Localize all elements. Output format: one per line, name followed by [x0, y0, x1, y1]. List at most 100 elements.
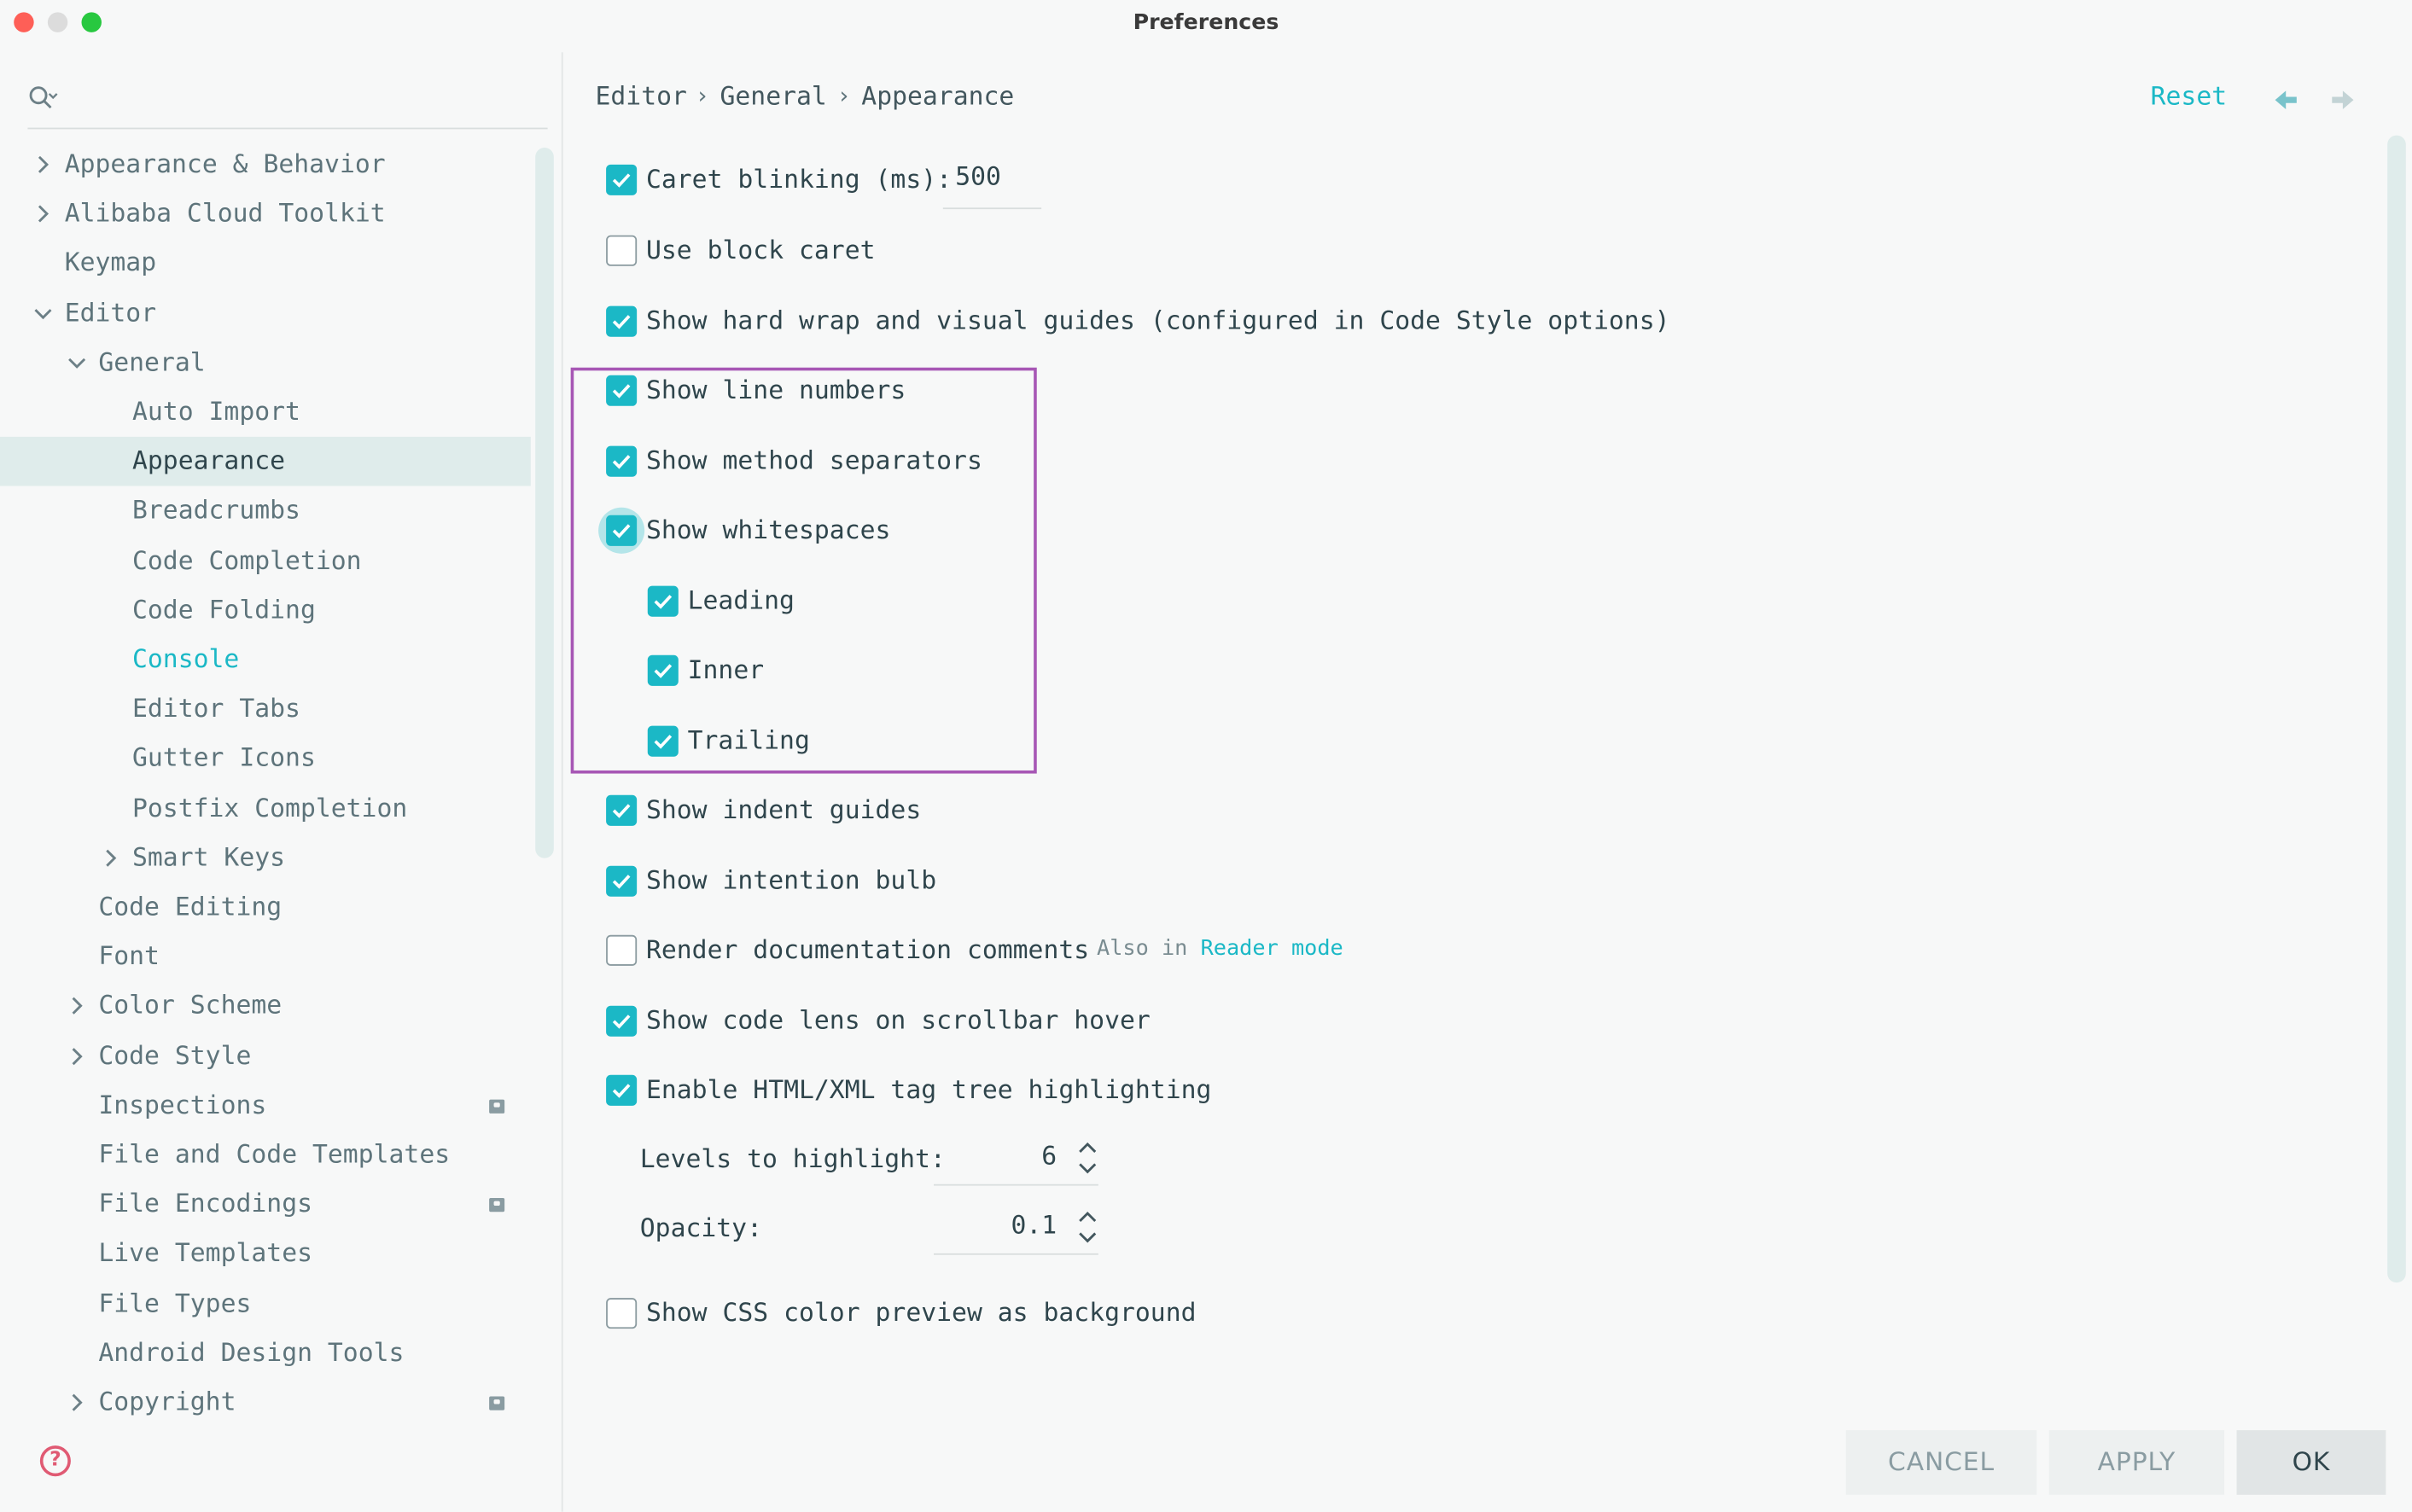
chevron-right-icon[interactable]	[100, 847, 121, 869]
project-scope-icon	[489, 1198, 505, 1213]
sidebar-item-code-folding[interactable]: Code Folding	[0, 585, 531, 635]
sidebar-item-label: Color Scheme	[98, 991, 283, 1021]
sidebar-item-file-and-code-templates[interactable]: File and Code Templates	[0, 1131, 531, 1180]
chevron-right-icon[interactable]	[32, 203, 54, 224]
chevron-right-icon[interactable]	[32, 154, 54, 175]
sidebar-item-label: Gutter Icons	[131, 743, 316, 773]
sidebar-item-editor-tabs[interactable]: Editor Tabs	[0, 684, 531, 734]
sidebar-item-label: Keymap	[64, 247, 157, 278]
sidebar-item-gutter-icons[interactable]: Gutter Icons	[0, 734, 531, 783]
code-lens-label: Show code lens on scrollbar hover	[645, 1005, 1151, 1035]
sidebar-item-live-templates[interactable]: Live Templates	[0, 1230, 531, 1279]
reader-mode-hint: Also in Reader mode	[1097, 937, 1343, 962]
arrow-left-icon[interactable]	[2274, 88, 2298, 113]
sidebar-item-font[interactable]: Font	[0, 933, 531, 982]
breadcrumb-editor[interactable]: Editor	[595, 82, 686, 111]
settings-search-field[interactable]	[27, 83, 548, 130]
checkbox[interactable]	[606, 305, 638, 337]
breadcrumb-separator: ›	[836, 81, 851, 109]
sidebar-scrollbar[interactable]	[535, 148, 554, 858]
chevron-down-icon[interactable]	[32, 302, 54, 323]
sidebar-item-code-editing[interactable]: Code Editing	[0, 883, 531, 933]
sidebar-item-alibaba-cloud-toolkit[interactable]: Alibaba Cloud Toolkit	[0, 189, 531, 239]
checkbox[interactable]	[647, 725, 679, 757]
project-scope-icon	[489, 1099, 505, 1114]
chevron-right-icon[interactable]	[66, 1392, 87, 1413]
apply-button[interactable]: APPLY	[2048, 1430, 2225, 1495]
checkbox[interactable]	[606, 1005, 638, 1037]
sidebar-item-code-style[interactable]: Code Style	[0, 1032, 531, 1081]
chevron-right-icon[interactable]	[66, 1045, 87, 1067]
sidebar-item-inspections[interactable]: Inspections	[0, 1081, 531, 1131]
sidebar-item-label: Code Editing	[98, 892, 283, 922]
checkbox[interactable]	[606, 1298, 638, 1329]
caret-blinking-value: 500	[955, 161, 1001, 191]
reader-mode-link[interactable]: Reader mode	[1201, 937, 1343, 962]
stepper-arrows-icon[interactable]	[1077, 1206, 1098, 1248]
sidebar-item-postfix-completion[interactable]: Postfix Completion	[0, 783, 531, 833]
line-numbers-label: Show line numbers	[645, 375, 906, 405]
sidebar-item-file-encodings[interactable]: File Encodings	[0, 1180, 531, 1230]
caret-blinking-input[interactable]: 500	[942, 155, 1042, 210]
whitespaces-label: Show whitespaces	[645, 515, 891, 545]
sidebar-item-code-completion[interactable]: Code Completion	[0, 536, 531, 585]
sidebar-item-label: Alibaba Cloud Toolkit	[64, 198, 386, 229]
breadcrumb-general[interactable]: General	[720, 82, 826, 111]
checkbox[interactable]	[606, 515, 638, 546]
sidebar-item-auto-import[interactable]: Auto Import	[0, 387, 531, 437]
sidebar-item-label: Console	[131, 644, 240, 674]
tag-tree-label: Enable HTML/XML tag tree highlighting	[645, 1074, 1212, 1105]
preferences-window: Preferences Appearance & Behavior Alibaba…	[0, 0, 2412, 1512]
sidebar-item-android-design-tools[interactable]: Android Design Tools	[0, 1329, 531, 1378]
chevron-right-icon[interactable]	[66, 996, 87, 1017]
chevron-down-icon[interactable]	[66, 352, 87, 373]
hard-wrap-label: Show hard wrap and visual guides (config…	[645, 305, 1670, 335]
checkbox[interactable]	[606, 934, 638, 966]
sidebar-item-label: Smart Keys	[131, 842, 286, 872]
checkbox[interactable]	[647, 585, 679, 617]
stepper-arrows-icon[interactable]	[1077, 1137, 1098, 1179]
trailing-label: Trailing	[687, 725, 810, 755]
checkbox[interactable]	[606, 794, 638, 826]
sidebar-item-label: Appearance & Behavior	[64, 148, 386, 179]
checkbox[interactable]	[606, 445, 638, 477]
sidebar-item-general[interactable]: General	[0, 338, 531, 387]
levels-label: Levels to highlight:	[639, 1143, 946, 1174]
search-icon[interactable]	[27, 84, 58, 112]
sidebar-item-label: Live Templates	[98, 1238, 313, 1268]
sidebar-item-label: Editor	[64, 297, 157, 328]
help-icon[interactable]: ?	[39, 1445, 71, 1477]
ok-button[interactable]: OK	[2236, 1430, 2386, 1495]
checkbox[interactable]	[606, 1074, 638, 1106]
intention-bulb-label: Show intention bulb	[645, 865, 937, 895]
hint-prefix: Also in	[1097, 936, 1188, 962]
content-scrollbar[interactable]	[2387, 135, 2406, 1283]
opacity-value: 0.1	[1011, 1210, 1057, 1240]
opacity-spinner[interactable]: 0.1	[933, 1206, 1098, 1255]
sidebar-item-copyright[interactable]: Copyright	[0, 1378, 531, 1428]
sidebar-item-console[interactable]: Console	[0, 635, 531, 684]
checkbox[interactable]	[606, 865, 638, 897]
sidebar-item-color-scheme[interactable]: Color Scheme	[0, 982, 531, 1032]
levels-value: 6	[1041, 1141, 1057, 1171]
render-docs-label: Render documentation comments	[645, 934, 1090, 965]
checkbox[interactable]	[606, 235, 638, 266]
arrow-right-icon[interactable]	[2330, 88, 2355, 113]
sidebar-item-label: Font	[98, 941, 160, 971]
sidebar-item-breadcrumbs[interactable]: Breadcrumbs	[0, 486, 531, 536]
checkbox[interactable]	[647, 654, 679, 686]
cancel-button[interactable]: CANCEL	[1845, 1430, 2037, 1495]
sidebar-item-keymap[interactable]: Keymap	[0, 239, 531, 288]
block-caret-label: Use block caret	[645, 235, 876, 265]
checkbox[interactable]	[606, 375, 638, 406]
sidebar-item-smart-keys[interactable]: Smart Keys	[0, 833, 531, 882]
sidebar-item-appearance-behavior[interactable]: Appearance & Behavior	[0, 140, 531, 189]
levels-spinner[interactable]: 6	[933, 1137, 1098, 1186]
sidebar-item-appearance[interactable]: Appearance	[0, 437, 531, 486]
reset-link[interactable]: Reset	[2151, 82, 2228, 111]
sidebar-item-label: Postfix Completion	[131, 793, 408, 823]
checkbox[interactable]	[606, 164, 638, 195]
window-title: Preferences	[1133, 10, 1279, 36]
sidebar-item-editor[interactable]: Editor	[0, 288, 531, 338]
sidebar-item-file-types[interactable]: File Types	[0, 1279, 531, 1329]
